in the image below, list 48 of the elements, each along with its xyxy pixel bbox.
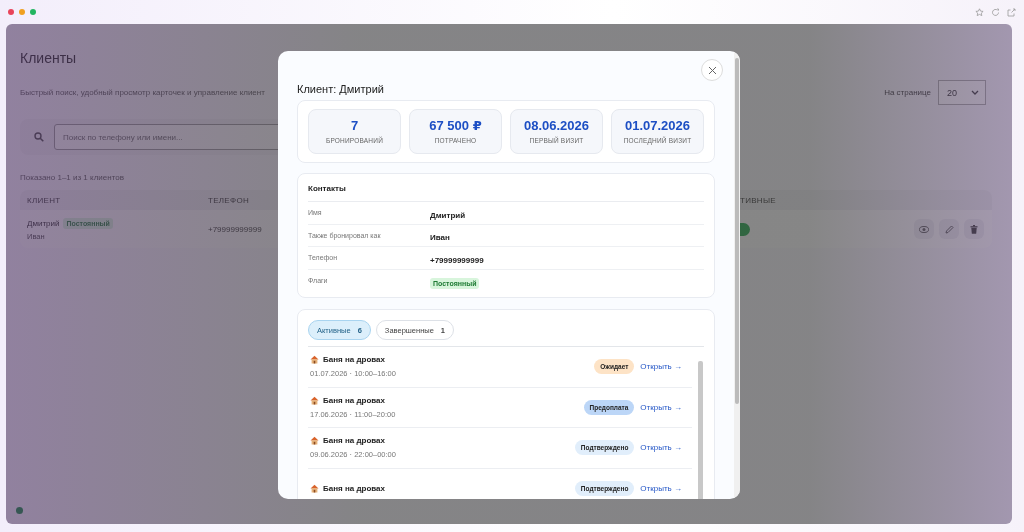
chevron-down-icon	[971, 90, 979, 95]
booking-title: Баня на дровах	[323, 355, 385, 365]
stat-value: 7	[349, 118, 360, 133]
booking-title: Баня на дровах	[323, 436, 385, 446]
booking-title: Баня на дровах	[323, 483, 385, 493]
column-header: ТЕЛЕФОН	[208, 195, 250, 205]
edit-button[interactable]	[939, 219, 959, 239]
scrollbar[interactable]	[734, 51, 740, 499]
open-link[interactable]: Открыть →	[640, 402, 682, 412]
field-value: Дмитрий	[430, 210, 466, 220]
refresh-icon[interactable]	[991, 7, 1000, 17]
column-header: ТИВНЫЕ	[740, 195, 777, 205]
page-title: Клиенты	[20, 50, 78, 66]
house-icon	[310, 395, 319, 405]
search-icon	[34, 132, 44, 142]
field-value: Иван	[430, 233, 450, 243]
star-icon[interactable]	[975, 7, 984, 17]
count-badge	[740, 222, 750, 236]
window-dot[interactable]	[30, 9, 36, 15]
window-dot[interactable]	[8, 9, 14, 15]
per-page-label: На странице	[884, 88, 931, 97]
house-icon	[310, 436, 319, 446]
eye-icon	[919, 225, 929, 233]
delete-button[interactable]	[964, 219, 984, 239]
close-icon	[707, 65, 717, 75]
external-link-icon[interactable]	[1007, 7, 1016, 17]
trash-icon	[970, 224, 978, 234]
section-title: Контакты	[308, 174, 704, 202]
open-link[interactable]: Открыть →	[640, 362, 682, 372]
dialog-title: Клиент: Дмитрий	[297, 83, 384, 95]
stat-value: 08.06.2026	[522, 118, 591, 133]
stat-value: 01.07.2026	[623, 118, 692, 133]
pencil-icon	[944, 224, 954, 234]
client-name: Дмитрий	[27, 218, 60, 228]
per-page-select[interactable]: 20	[938, 80, 986, 105]
house-icon	[310, 483, 319, 493]
stat-value: 67 500 ₽	[428, 118, 483, 133]
open-link[interactable]: Открыть →	[640, 443, 682, 453]
open-link[interactable]: Открыть →	[640, 483, 682, 493]
window-dot[interactable]	[19, 9, 25, 15]
status-dot	[16, 507, 23, 514]
house-icon	[310, 355, 319, 365]
table-cell-text: +79999999999	[208, 224, 263, 234]
column-header: КЛИЕНТ	[27, 195, 62, 205]
field-value: +79999999999	[430, 255, 484, 265]
booking-title: Баня на дровах	[323, 395, 385, 405]
close-button[interactable]	[701, 59, 723, 81]
view-button[interactable]	[914, 219, 934, 239]
